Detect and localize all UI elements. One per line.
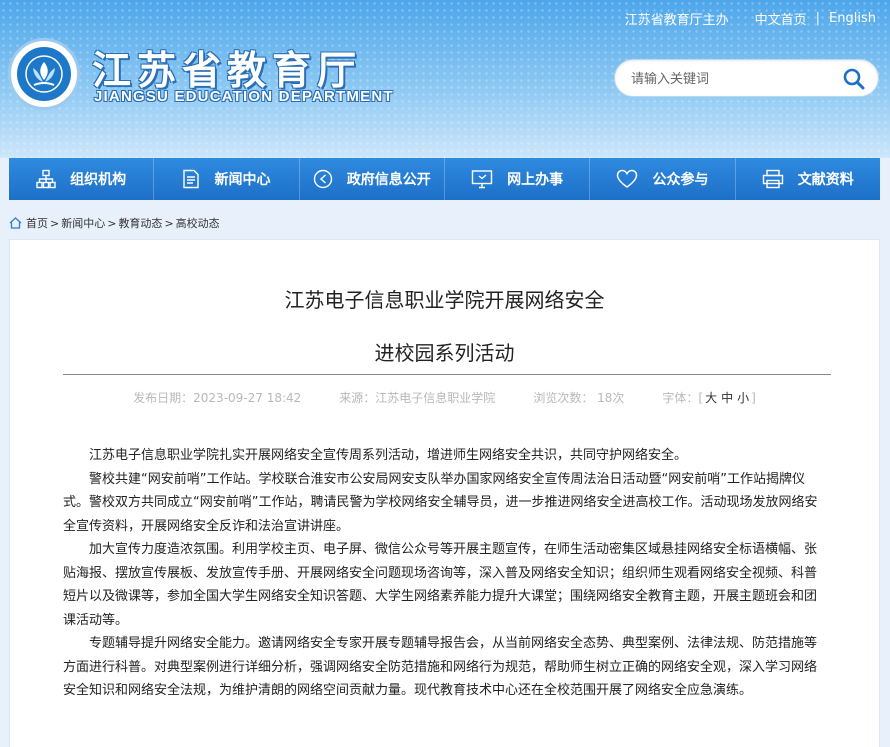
article-panel: 江苏电子信息职业学院开展网络安全 进校园系列活动 发布日期：2023-09-27…: [9, 239, 880, 747]
search-input[interactable]: [631, 68, 831, 90]
font-small-button[interactable]: 小: [737, 391, 749, 405]
font-size-control: 字体：[大中小]: [662, 389, 755, 406]
search-icon[interactable]: [842, 67, 866, 91]
article-paragraph: 警校共建“网安前哨”工作站。学校联合淮安市公安局网安支队举办国家网络安全宣传周法…: [63, 471, 818, 534]
nav-label: 公众参与: [652, 172, 709, 188]
article-title-line1: 江苏电子信息职业学院开展网络安全: [284, 288, 605, 312]
nav-item-organization[interactable]: 组织机构: [9, 158, 155, 200]
org-chart-icon: [36, 169, 56, 189]
logo-title-en: JIANGSU EDUCATION DEPARTMENT: [94, 88, 394, 105]
main-nav: 组织机构 新闻中心 政府信息公开 网上办事 公众参与 文献资料: [9, 158, 880, 200]
article-body: 江苏电子信息职业学院扎实开展网络安全宣传周系列活动，增进师生网络安全共识，共同守…: [63, 444, 825, 703]
nav-label: 网上办事: [507, 172, 564, 188]
breadcrumb-separator: >: [164, 216, 174, 230]
monitor-icon: [471, 170, 493, 189]
article-paragraph: 江苏电子信息职业学院扎实开展网络安全宣传周系列活动，增进师生网络安全共识，共同守…: [89, 448, 688, 463]
nav-label: 文献资料: [797, 172, 854, 188]
site-header: 江苏省教育厅主办 中文首页 | English 江苏省教育厅 JIANGSU E…: [0, 0, 890, 158]
article-source: 来源：江苏电子信息职业学院: [339, 391, 496, 405]
top-links: 江苏省教育厅主办 中文首页 | English: [625, 9, 876, 28]
search-box: [614, 59, 879, 97]
font-size-bracket: ]: [751, 391, 756, 405]
compass-icon: [313, 169, 333, 189]
font-size-label: 字体：[: [662, 391, 704, 405]
nav-item-public-participation[interactable]: 公众参与: [590, 158, 736, 200]
nav-item-gov-info[interactable]: 政府信息公开: [300, 158, 445, 200]
article-meta: 发布日期：2023-09-27 18:42 来源：江苏电子信息职业学院 浏览次数…: [10, 389, 879, 406]
article-paragraph: 专题辅导提升网络安全能力。邀请网络安全专家开展专题辅导报告会，从当前网络安全态势…: [63, 636, 818, 698]
home-cn-link[interactable]: 中文首页: [755, 9, 807, 28]
view-count: 浏览次数： 18次: [533, 391, 625, 405]
nav-label: 政府信息公开: [346, 172, 431, 188]
breadcrumb: 首页 > 新闻中心 > 教育动态 > 高校动态: [9, 215, 220, 231]
printer-icon: [762, 169, 783, 189]
article-title-line2: 进校园系列活动: [374, 341, 515, 365]
title-divider: [63, 374, 831, 375]
nav-item-online-service[interactable]: 网上办事: [445, 158, 591, 200]
breadcrumb-separator: >: [107, 216, 117, 230]
publish-date: 发布日期：2023-09-27 18:42: [133, 391, 302, 405]
host-label: 江苏省教育厅主办: [624, 13, 729, 28]
font-medium-button[interactable]: 中: [721, 391, 733, 405]
breadcrumb-home[interactable]: 首页: [26, 215, 48, 231]
font-large-button[interactable]: 大: [705, 391, 717, 405]
heart-icon: [617, 169, 638, 188]
breadcrumb-news[interactable]: 新闻中心: [61, 215, 105, 231]
breadcrumb-separator: >: [50, 216, 60, 230]
department-emblem-icon[interactable]: [8, 38, 80, 110]
nav-label: 新闻中心: [214, 172, 271, 188]
article-paragraph: 加大宣传力度造浓氛围。利用学校主页、电子屏、微信公众号等开展主题宣传，在师生活动…: [63, 542, 818, 628]
nav-item-documents[interactable]: 文献资料: [736, 158, 880, 200]
english-link[interactable]: English: [829, 11, 876, 26]
breadcrumb-university-news[interactable]: 高校动态: [176, 215, 220, 231]
nav-label: 组织机构: [70, 172, 127, 188]
nav-item-news[interactable]: 新闻中心: [154, 158, 300, 200]
document-icon: [183, 169, 200, 189]
link-separator: |: [815, 11, 821, 26]
breadcrumb-edu-news[interactable]: 教育动态: [118, 215, 162, 231]
home-icon: [9, 217, 22, 229]
